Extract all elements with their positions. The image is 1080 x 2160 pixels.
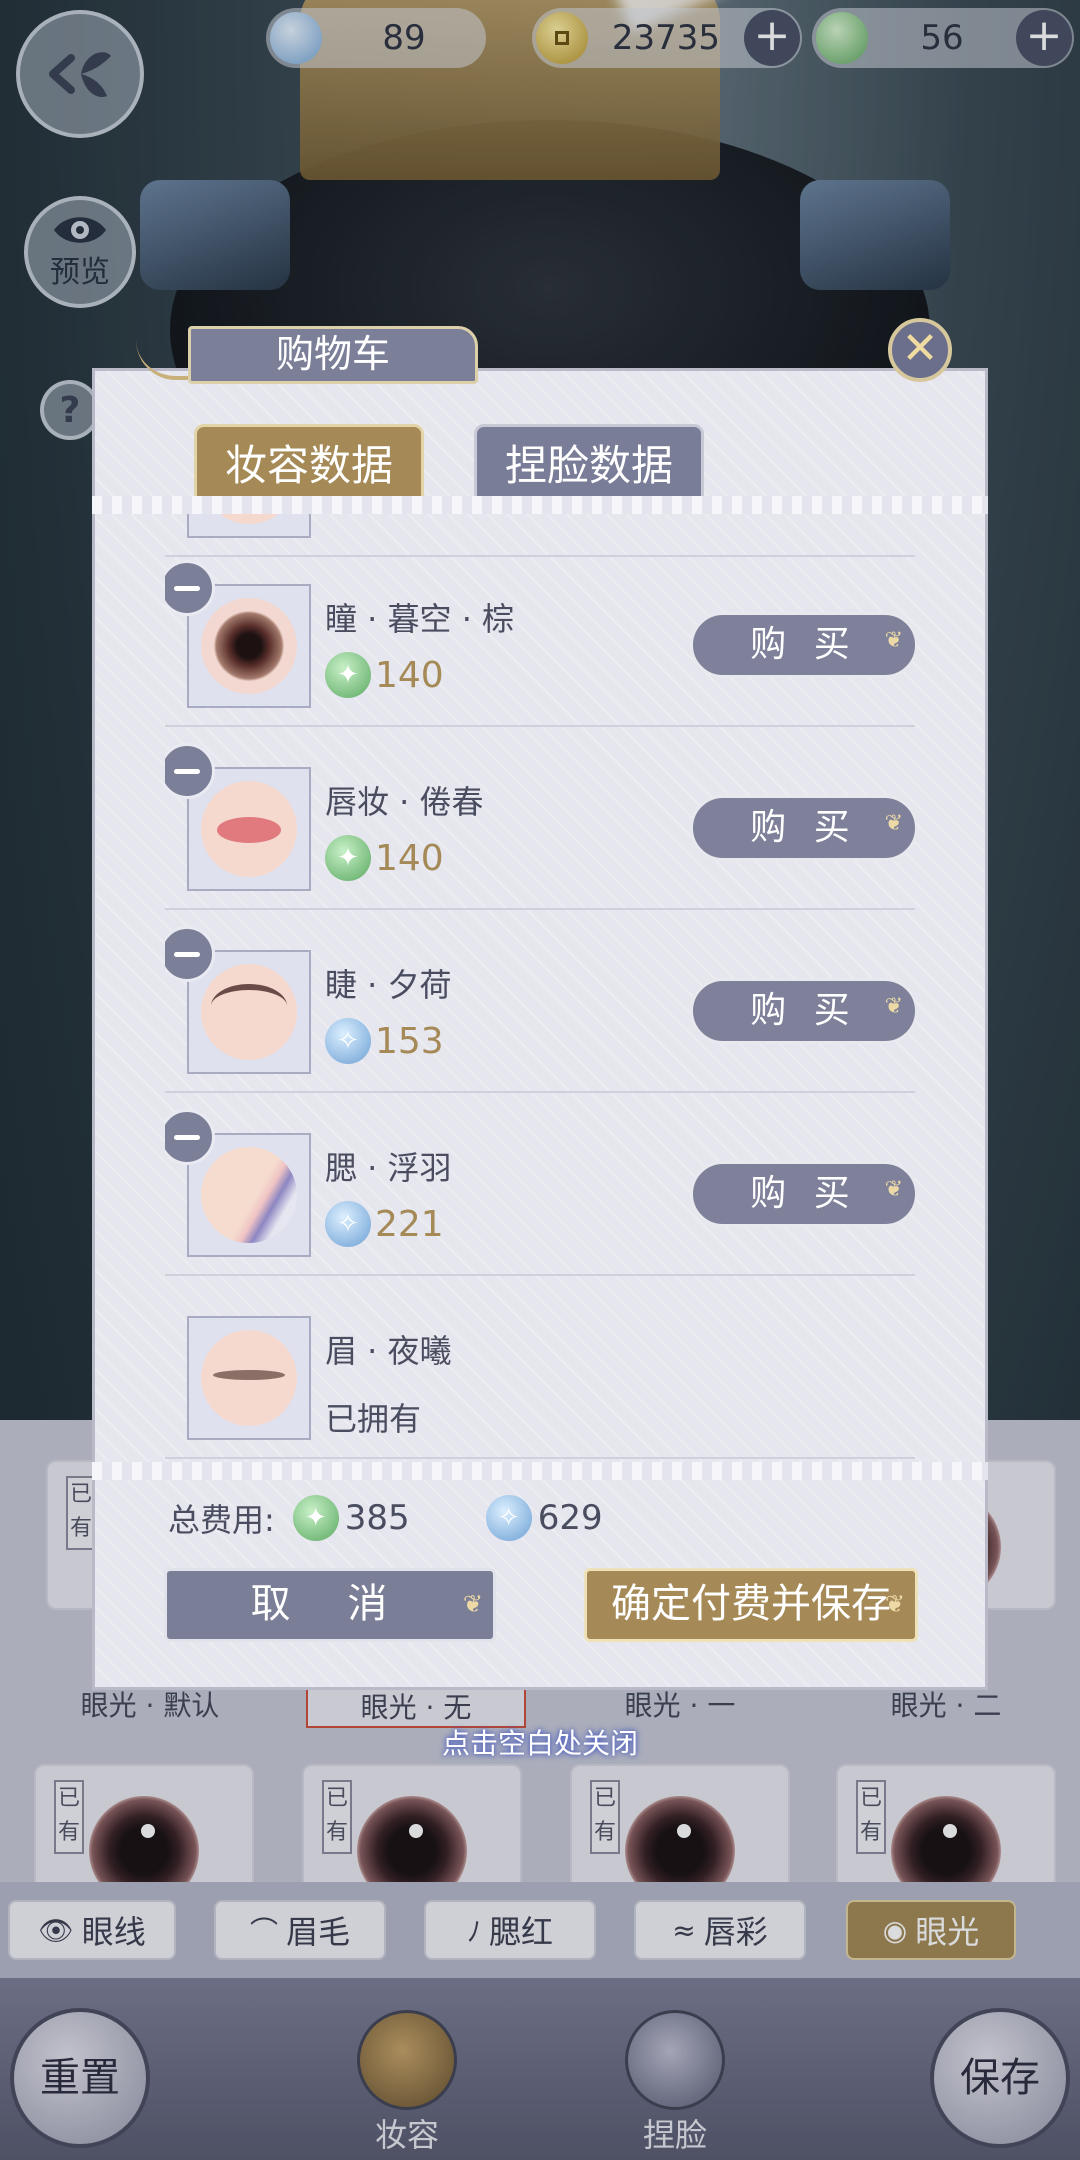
buy-button[interactable]: 购 买 ❦	[690, 795, 915, 861]
item-name: 眉 · 夜曦	[325, 1332, 452, 1370]
blush-art-icon	[201, 1147, 297, 1243]
price-value: 153	[375, 1020, 444, 1062]
close-hint: 点击空白处关闭	[441, 1727, 638, 1760]
leaf-icon: ❦	[884, 1177, 903, 1202]
close-icon[interactable]: ✕	[888, 318, 952, 382]
leaf-icon: ❦	[462, 1590, 483, 1618]
tab-face-data[interactable]: 捏脸数据	[474, 424, 704, 504]
item-name: 腮 · 浮羽	[325, 1149, 452, 1187]
blue-jade-icon: ✧	[325, 1018, 371, 1064]
buy-label: 购 买	[750, 624, 858, 665]
pupil-art-icon	[201, 598, 297, 694]
buy-label: 购 买	[750, 990, 858, 1031]
cart-item: 腮 · 浮羽 ✧ 221 购 买 ❦	[165, 1093, 915, 1276]
buy-label: 购 买	[750, 1173, 858, 1214]
blue-jade-icon: ✧	[485, 1495, 532, 1541]
lips-art-icon	[201, 781, 297, 877]
leaf-icon: ❦	[884, 628, 903, 653]
cart-list[interactable]: 瞳 · 暮空 · 棕 ✦ 140 购 买 ❦ 唇妆 · 倦春 ✦ 140 购 买 ❦ 睫…	[165, 502, 915, 1460]
total-cost: 总费用: ✦ 385 ✧ 629	[168, 1488, 603, 1548]
green-jade-icon: ✦	[325, 652, 371, 698]
leaf-icon: ❦	[884, 811, 903, 836]
total-blue-value: 629	[537, 1498, 603, 1538]
price-value: 221	[375, 1203, 444, 1245]
item-price: ✧ 153	[325, 1018, 444, 1064]
tab-makeup-data[interactable]: 妆容数据	[194, 424, 424, 504]
buy-label: 购 买	[750, 807, 858, 848]
cancel-label: 取 消	[250, 1581, 410, 1627]
confirm-label: 确定付费并保存	[611, 1581, 891, 1627]
item-price: ✧ 221	[325, 1201, 444, 1247]
green-jade-icon: ✦	[292, 1495, 339, 1541]
total-green-value: 385	[344, 1498, 410, 1538]
item-name: 睫 · 夕荷	[325, 966, 452, 1004]
buy-button[interactable]: 购 买 ❦	[690, 978, 915, 1044]
lace-divider	[92, 496, 988, 514]
cancel-button[interactable]: 取 消 ❦	[164, 1568, 496, 1642]
item-name: 瞳 · 暮空 · 棕	[325, 600, 515, 638]
item-price: ✦ 140	[325, 835, 444, 881]
cart-item: 眉 · 夜曦 已拥有	[165, 1276, 915, 1459]
modal-title: 购物车	[188, 326, 478, 384]
buy-button[interactable]: 购 买 ❦	[690, 1161, 915, 1227]
leaf-icon: ❦	[884, 994, 903, 1019]
total-label: 总费用:	[168, 1501, 275, 1539]
item-thumbnail	[187, 1316, 311, 1440]
leaf-icon: ❦	[884, 1590, 905, 1618]
price-value: 140	[375, 837, 444, 879]
confirm-pay-save-button[interactable]: 确定付费并保存 ❦	[584, 1568, 918, 1642]
cart-item: 睫 · 夕荷 ✧ 153 购 买 ❦	[165, 910, 915, 1093]
lace-divider	[92, 1462, 988, 1480]
item-price: ✦ 140	[325, 652, 444, 698]
cart-item: 瞳 · 暮空 · 棕 ✦ 140 购 买 ❦	[165, 544, 915, 727]
item-name: 唇妆 · 倦春	[325, 783, 484, 821]
green-jade-icon: ✦	[325, 835, 371, 881]
cart-item: 唇妆 · 倦春 ✦ 140 购 买 ❦	[165, 727, 915, 910]
lash-art-icon	[201, 964, 297, 1060]
owned-label: 已拥有	[325, 1400, 422, 1438]
blue-jade-icon: ✧	[325, 1201, 371, 1247]
brow-art-icon	[201, 1330, 297, 1426]
buy-button[interactable]: 购 买 ❦	[690, 612, 915, 678]
price-value: 140	[375, 654, 444, 696]
